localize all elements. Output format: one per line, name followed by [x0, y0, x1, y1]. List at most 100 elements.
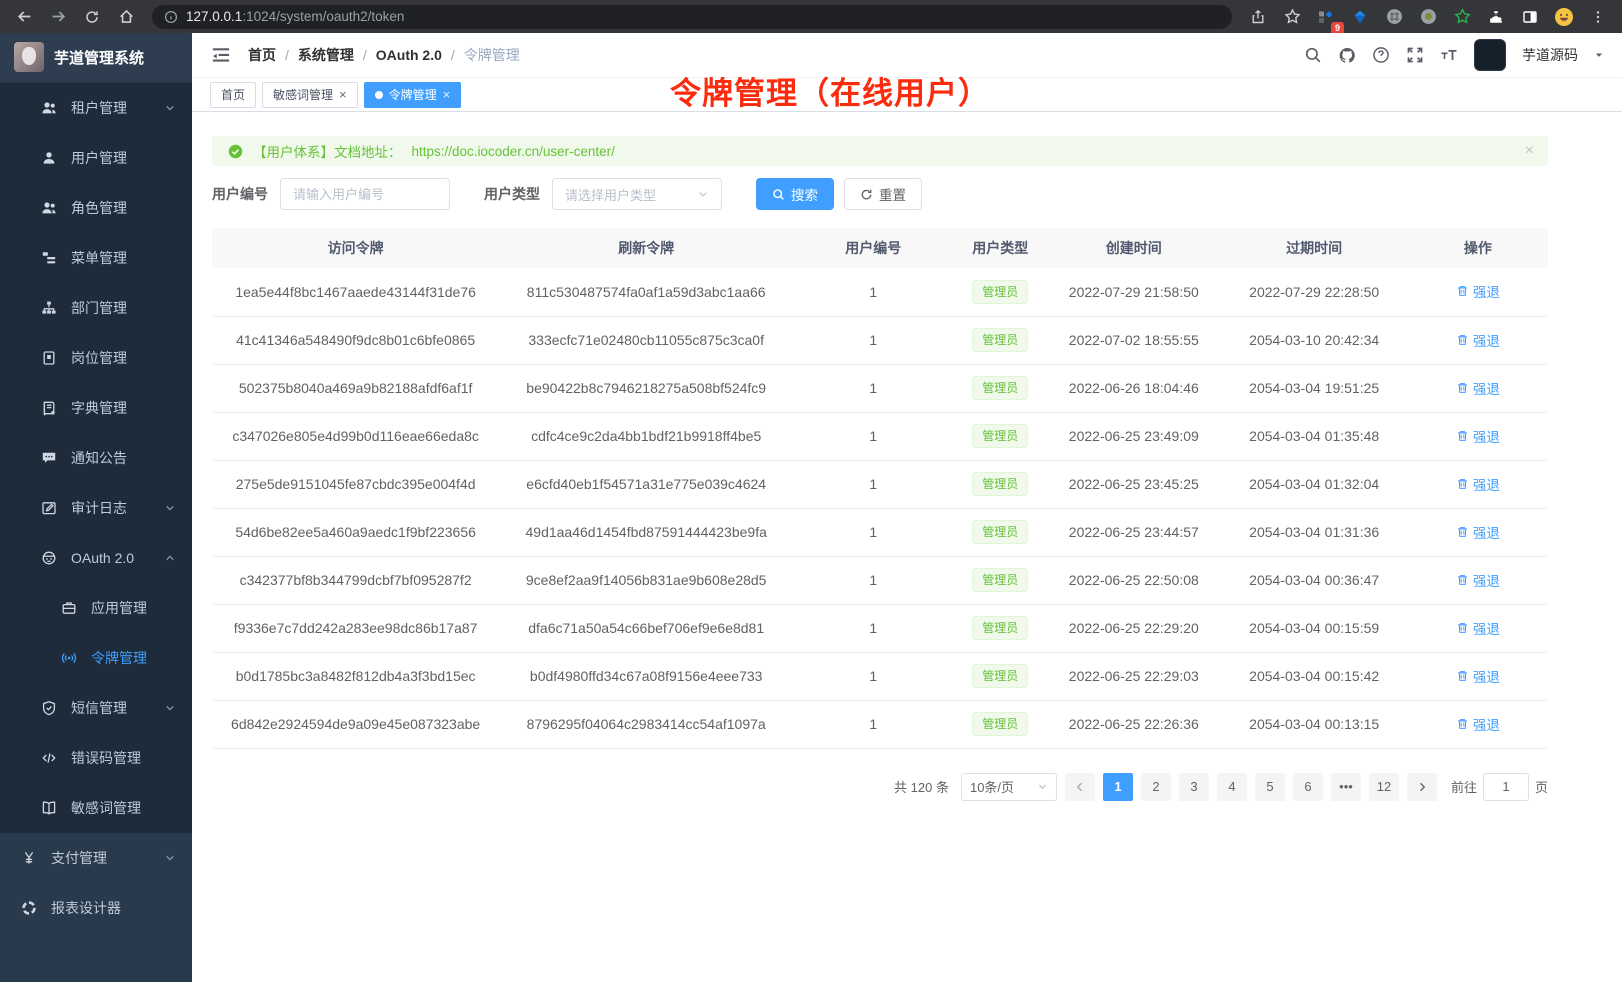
page-button-3[interactable]: 3 [1179, 773, 1209, 801]
reset-button[interactable]: 重置 [844, 178, 922, 210]
user-id-cell: 1 [793, 556, 953, 604]
extension-icon[interactable]: 9 [1312, 3, 1340, 31]
page-button-4[interactable]: 4 [1217, 773, 1247, 801]
diamond-extension-icon[interactable] [1346, 3, 1374, 31]
tab-敏感词管理[interactable]: 敏感词管理× [262, 82, 358, 108]
tab-close-icon[interactable]: × [443, 88, 451, 101]
page-button-5[interactable]: 5 [1255, 773, 1285, 801]
breadcrumb-item[interactable]: OAuth 2.0 [376, 47, 442, 63]
user-id-cell: 1 [793, 652, 953, 700]
breadcrumb-item[interactable]: 系统管理 [298, 45, 354, 65]
sidebar-item-report[interactable]: 报表设计器 [0, 883, 192, 933]
trash-icon [1456, 333, 1469, 346]
sidebar-item-token[interactable]: 令牌管理 [0, 633, 192, 683]
sidebar-item-pay[interactable]: 支付管理 [0, 833, 192, 883]
site-info-icon[interactable] [164, 10, 178, 24]
alert-close-icon[interactable]: × [1525, 142, 1534, 160]
bookmark-star-icon[interactable] [1278, 3, 1306, 31]
sidebar-item-org[interactable]: 部门管理 [0, 283, 192, 333]
prev-page-button[interactable] [1065, 773, 1095, 801]
created-time-cell: 2022-06-25 23:49:09 [1047, 412, 1221, 460]
reload-icon[interactable] [78, 3, 106, 31]
column-header: 创建时间 [1047, 228, 1221, 268]
caret-down-icon[interactable] [1594, 50, 1604, 60]
back-icon[interactable] [10, 3, 38, 31]
user-type-select[interactable]: 请选择用户类型 [552, 178, 722, 210]
search-button[interactable]: 搜索 [756, 178, 834, 210]
fullscreen-icon[interactable] [1406, 46, 1424, 64]
font-size-icon[interactable] [1440, 46, 1458, 64]
command-extension-icon[interactable] [1380, 3, 1408, 31]
sidebar-item-menu-tree[interactable]: 菜单管理 [0, 233, 192, 283]
chevron-down-icon [164, 102, 176, 114]
forward-icon[interactable] [44, 3, 72, 31]
page-button-12[interactable]: 12 [1369, 773, 1399, 801]
chevron-down-icon [1037, 781, 1048, 792]
address-bar[interactable]: 127.0.0.1:1024/system/oauth2/token [152, 5, 1232, 29]
reset-button-label: 重置 [879, 184, 906, 204]
page-button-1[interactable]: 1 [1103, 773, 1133, 801]
dot-extension-icon[interactable] [1414, 3, 1442, 31]
url-text: 127.0.0.1:1024/system/oauth2/token [186, 8, 404, 26]
star-extension-icon[interactable] [1448, 3, 1476, 31]
app-logo-row[interactable]: 芋道管理系统 [0, 33, 192, 81]
force-logout-button[interactable]: 强退 [1456, 570, 1500, 590]
side-panel-icon[interactable] [1516, 3, 1544, 31]
tab-close-icon[interactable]: × [339, 88, 347, 101]
goto-page-input[interactable] [1483, 773, 1529, 801]
sidebar-item-users[interactable]: 租户管理 [0, 83, 192, 133]
user-id-input[interactable] [280, 178, 450, 210]
expire-time-cell: 2054-03-04 01:35:48 [1221, 412, 1408, 460]
force-logout-button[interactable]: 强退 [1456, 618, 1500, 638]
help-icon[interactable] [1372, 46, 1390, 64]
page-more-button[interactable]: ••• [1331, 773, 1361, 801]
page-buttons: 123456•••12 [1103, 773, 1399, 801]
sidebar-item-words[interactable]: 敏感词管理 [0, 783, 192, 833]
user-name[interactable]: 芋道源码 [1522, 45, 1578, 65]
created-time-cell: 2022-06-25 22:50:08 [1047, 556, 1221, 604]
chevron-down-icon [697, 188, 709, 200]
puzzle-icon[interactable] [1482, 3, 1510, 31]
sidebar-item-code[interactable]: 错误码管理 [0, 733, 192, 783]
user-avatar[interactable] [1474, 39, 1506, 71]
github-icon[interactable] [1338, 46, 1356, 64]
user-type-cell: 管理员 [953, 604, 1047, 652]
browser-menu-icon[interactable] [1584, 3, 1612, 31]
page-button-2[interactable]: 2 [1141, 773, 1171, 801]
sidebar-item-label: 应用管理 [91, 598, 147, 618]
force-logout-button[interactable]: 强退 [1456, 281, 1500, 301]
share-icon[interactable] [1244, 3, 1272, 31]
sidebar-item-oauth[interactable]: OAuth 2.0 [0, 533, 192, 583]
search-icon[interactable] [1304, 46, 1322, 64]
breadcrumb-item[interactable]: 首页 [248, 45, 276, 65]
sidebar-item-dict[interactable]: 字典管理 [0, 383, 192, 433]
user-type-badge: 管理员 [972, 376, 1028, 400]
force-logout-button[interactable]: 强退 [1456, 666, 1500, 686]
page-button-6[interactable]: 6 [1293, 773, 1323, 801]
force-logout-button[interactable]: 强退 [1456, 522, 1500, 542]
tab-令牌管理[interactable]: 令牌管理× [364, 82, 462, 108]
profile-avatar-icon[interactable] [1550, 3, 1578, 31]
sidebar-item-post[interactable]: 岗位管理 [0, 333, 192, 383]
force-logout-button[interactable]: 强退 [1456, 330, 1500, 350]
sidebar-item-users[interactable]: 角色管理 [0, 183, 192, 233]
sidebar-item-user[interactable]: 用户管理 [0, 133, 192, 183]
sidebar-item-sms[interactable]: 短信管理 [0, 683, 192, 733]
force-logout-button[interactable]: 强退 [1456, 474, 1500, 494]
home-icon[interactable] [112, 3, 140, 31]
force-logout-button[interactable]: 强退 [1456, 426, 1500, 446]
alert-doc-link[interactable]: https://doc.iocoder.cn/user-center/ [412, 144, 615, 159]
code-icon [40, 750, 57, 767]
sidebar-item-notice[interactable]: 通知公告 [0, 433, 192, 483]
page-size-select[interactable]: 10条/页 [961, 773, 1057, 801]
force-logout-button[interactable]: 强退 [1456, 714, 1500, 734]
sidebar-item-audit[interactable]: 审计日志 [0, 483, 192, 533]
sidebar-item-label: 字典管理 [71, 398, 127, 418]
collapse-sidebar-icon[interactable] [210, 44, 232, 66]
sidebar-item-app[interactable]: 应用管理 [0, 583, 192, 633]
trash-icon [1456, 525, 1469, 538]
tab-首页[interactable]: 首页 [210, 82, 256, 108]
next-page-button[interactable] [1407, 773, 1437, 801]
force-logout-button[interactable]: 强退 [1456, 378, 1500, 398]
user-type-cell: 管理员 [953, 508, 1047, 556]
